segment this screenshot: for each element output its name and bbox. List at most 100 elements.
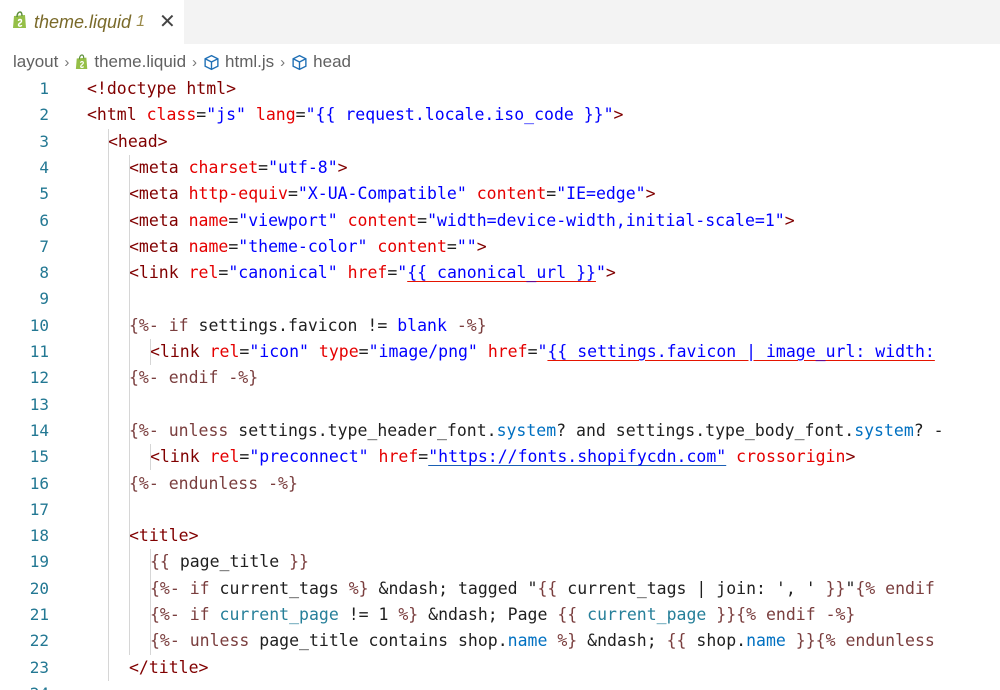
code-token: > [337,157,348,177]
line-number: 19 [29,552,49,572]
code-token: http-equiv [188,184,288,204]
code-token: = [287,184,298,204]
code-line[interactable]: 1 <!doctype html> [0,76,1000,102]
code-text: {%- unless settings.type_header_font.sys… [129,418,944,444]
code-text: {%- endunless -%} [129,471,298,497]
line-number: 22 [29,631,49,651]
breadcrumb-head[interactable]: head [291,52,351,72]
code-token: = [258,157,269,177]
code-line[interactable]: 8 <link rel="canonical" href="{{ canonica… [0,260,1000,286]
line-number: 9 [39,289,49,309]
code-token: > [476,236,487,256]
breadcrumb-layout[interactable]: layout [13,52,58,72]
line-number: 8 [39,263,49,283]
code-token: "preconnect" [249,447,369,467]
code-token: rel [188,263,219,283]
shopify-bag-icon [75,54,89,70]
line-number: 6 [39,210,49,230]
code-token: }}{% endif -%} [706,605,856,624]
breadcrumb-theme-liquid[interactable]: theme.liquid [75,52,186,72]
code-text: {%- endif -%} [129,365,258,391]
code-token: blank [397,315,447,335]
code-token: <title> [129,526,199,546]
code-token: = [295,105,306,125]
code-token: name [746,631,786,651]
code-token: <html [87,105,147,125]
code-line[interactable]: 10 {%- if settings.favicon != blank -%} [0,313,1000,339]
code-text: <head> [108,129,168,155]
code-token: {%- endunless -%} [129,473,298,493]
code-token: <meta [129,184,189,204]
code-text: </title> [129,655,208,681]
code-line[interactable]: 18 <title> [0,523,1000,549]
code-token: }} [825,578,846,598]
chevron-right-icon: › [192,53,198,71]
indent-guide [150,339,151,366]
code-token: settings.type_header_font. [238,420,497,440]
code-text: {%- if current_page != 1 %} &ndash; Page… [150,602,855,628]
code-line[interactable]: 12 {%- endif -%} [0,365,1000,391]
code-token: "theme-color" [238,236,368,256]
code-token: {{ settings.favicon | image_url: width: [547,342,935,361]
tab-theme-liquid[interactable]: theme.liquid 1 ✕ [0,0,184,44]
code-token: {%- unless [129,420,239,440]
line-number: 17 [29,499,49,519]
line-number: 14 [29,420,49,440]
breadcrumb-label: head [313,52,351,71]
breadcrumb-label: html.js [225,52,275,71]
code-token: crossorigin [736,447,846,467]
code-token: charset [188,157,259,177]
chevron-right-icon: › [64,53,70,71]
code-token: &ndash; [577,631,667,651]
code-token: page_title contains shop. [259,631,508,651]
code-token: = [228,210,239,230]
code-token: "canonical" [228,263,338,283]
line-number: 13 [29,394,49,414]
line-number: 18 [29,526,49,546]
code-line[interactable]: 23 </title> [0,655,1000,681]
code-token: current_page [587,605,707,624]
code-text: <!doctype html> [87,76,236,102]
code-line[interactable]: 3 <head> [0,129,1000,155]
code-editor[interactable]: 1 <!doctype html> 2 <html class="js" lang="… [0,76,1000,690]
code-token: "" [456,236,477,256]
code-token: <!doctype html> [87,79,237,98]
code-line[interactable]: 16 {%- endunless -%} [0,471,1000,497]
code-token: lang [255,105,296,125]
code-line[interactable]: 14 {%- unless settings.type_header_font.s… [0,418,1000,444]
code-line[interactable]: 13 [0,392,1000,418]
code-token: %} [398,605,419,624]
line-number: 3 [39,131,49,151]
code-token: rel [209,447,240,467]
code-token: "js" [206,105,246,125]
code-token: " [397,263,408,283]
close-icon[interactable]: ✕ [159,12,176,32]
code-token: > [605,263,616,283]
code-token: "width=device-width,initial-scale=1" [427,210,785,230]
code-line[interactable]: 4 <meta charset="utf-8"> [0,155,1000,181]
code-token: system [496,420,557,440]
code-token: = [527,342,538,361]
code-line[interactable]: 9 [0,286,1000,312]
code-token: = [358,342,369,361]
code-line[interactable]: 2 <html class="js" lang="{{ request.local… [0,102,1000,128]
line-number: 16 [29,473,49,493]
code-line[interactable]: 6 <meta name="viewport" content="width=de… [0,208,1000,234]
code-token: {%- endif -%} [129,368,259,388]
code-token: = [387,263,398,283]
code-token: href [347,263,388,283]
code-line[interactable]: 17 [0,497,1000,523]
code-token: content [347,210,418,230]
code-token: = [239,342,250,361]
code-token: content [476,184,547,204]
line-number: 12 [29,368,49,388]
breadcrumb-html-js[interactable]: html.js [203,52,274,72]
code-token: <meta [129,157,189,177]
line-number: 15 [29,447,49,467]
code-line[interactable]: 24 [0,681,1000,690]
code-line[interactable]: 5 <meta http-equiv="X-UA-Compatible" cont… [0,181,1000,207]
code-line[interactable]: 7 <meta name="theme-color" content=""> [0,234,1000,260]
